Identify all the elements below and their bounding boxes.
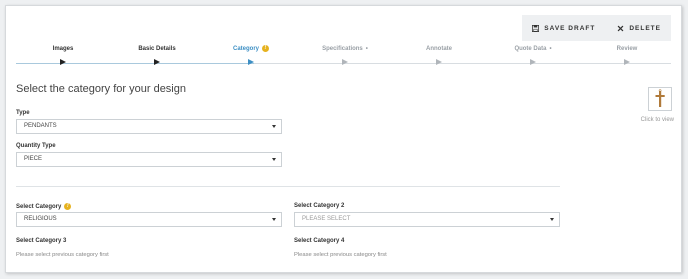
page-title: Select the category for your design	[16, 83, 186, 95]
close-icon	[617, 25, 624, 31]
step-label: Quote Data	[514, 45, 547, 52]
step-specifications[interactable]: Specifications •	[298, 44, 392, 65]
delete-label: DELETE	[629, 24, 661, 32]
step-required-dot: •	[549, 45, 552, 52]
category2-select-value: PLEASE SELECT	[302, 216, 351, 222]
quantity-type-select-value: PIECE	[24, 156, 43, 162]
quantity-type-label: Quantity Type	[16, 143, 56, 149]
section-divider	[16, 186, 560, 187]
quantity-type-select[interactable]: PIECE	[16, 152, 282, 167]
step-review[interactable]: Review	[580, 44, 674, 65]
step-label: Specifications	[322, 45, 363, 52]
step-images[interactable]: Images	[16, 44, 110, 65]
chevron-down-icon	[550, 218, 554, 221]
step-marker	[248, 59, 254, 65]
action-toolbar: SAVE DRAFT DELETE	[522, 15, 671, 41]
category2-label: Select Category 2	[294, 203, 345, 209]
step-annotate[interactable]: Annotate	[392, 44, 486, 65]
step-quote-data[interactable]: Quote Data •	[486, 44, 580, 65]
steps-track-progress	[16, 63, 254, 64]
step-marker	[530, 59, 536, 65]
design-wizard-page: SAVE DRAFT DELETE Images Basic Details C…	[5, 5, 682, 273]
step-label: Review	[616, 45, 638, 52]
category3-label: Select Category 3	[16, 238, 67, 244]
chevron-down-icon	[272, 218, 276, 221]
step-label: Basic Details	[138, 45, 176, 52]
save-draft-button[interactable]: SAVE DRAFT	[532, 24, 596, 32]
step-required-dot: •	[365, 45, 368, 52]
step-category[interactable]: Category!	[204, 44, 298, 65]
category4-helper: Please select previous category first	[294, 252, 387, 258]
wizard-steps: Images Basic Details Category! Specifica…	[16, 44, 671, 68]
type-select[interactable]: PENDANTS	[16, 119, 282, 134]
category1-select-value: RELIGIOUS	[24, 216, 57, 222]
category4-label: Select Category 4	[294, 238, 345, 244]
chevron-down-icon	[272, 125, 276, 128]
save-icon	[532, 24, 540, 32]
delete-button[interactable]: DELETE	[617, 25, 661, 32]
step-basic-details[interactable]: Basic Details	[110, 44, 204, 65]
info-icon: !	[262, 45, 269, 52]
step-marker	[60, 59, 66, 65]
step-label: Images	[52, 45, 74, 52]
step-label: Category	[232, 45, 259, 52]
step-marker	[154, 59, 160, 65]
category2-select[interactable]: PLEASE SELECT	[294, 212, 560, 227]
step-marker	[436, 59, 442, 65]
type-label: Type	[16, 110, 30, 116]
design-preview-thumbnail[interactable]	[648, 87, 672, 111]
preview-caption: Click to view	[640, 117, 674, 123]
save-draft-label: SAVE DRAFT	[544, 24, 596, 32]
cross-pendant-icon	[655, 89, 665, 107]
step-label: Annotate	[426, 45, 452, 52]
category1-label: Select Category!	[16, 203, 72, 210]
category3-helper: Please select previous category first	[16, 252, 109, 258]
step-marker	[342, 59, 348, 65]
category1-select[interactable]: RELIGIOUS	[16, 212, 282, 227]
chevron-down-icon	[272, 158, 276, 161]
info-icon: !	[64, 203, 72, 210]
type-select-value: PENDANTS	[24, 123, 57, 129]
step-marker	[624, 59, 630, 65]
